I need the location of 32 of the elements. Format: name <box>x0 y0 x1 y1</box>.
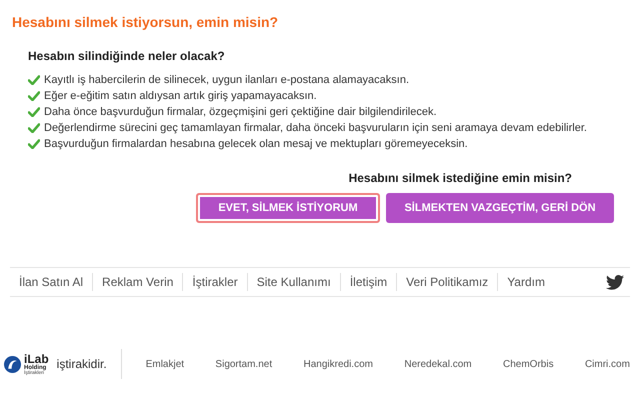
check-icon <box>28 139 40 149</box>
confirm-delete-button[interactable]: EVET, SİLMEK İSTİYORUM <box>196 193 380 223</box>
confirm-question: Hesabını silmek istediğine emin misin? <box>348 170 572 187</box>
logo-icon <box>4 356 21 372</box>
list-item-text: Daha önce başvurduğun firmalar, özgeçmişini geri çektiğine dair bilgilendirilecek. <box>44 104 437 120</box>
footer-link[interactable]: Yardım <box>497 273 554 291</box>
affiliate-link[interactable]: Cimri.com <box>584 356 630 372</box>
list-item-text: Eğer e-eğitim satın aldıysan artık giriş yapamayacaksın. <box>44 88 317 104</box>
section-heading: Hesabın silindiğinde neler olacak? <box>28 48 225 65</box>
list-item-text: Başvurduğun firmalardan hesabına gelecek olan mesaj ve mektupları göremeyeceksin. <box>44 136 468 152</box>
footer-link[interactable]: İlan Satın Al <box>10 273 92 291</box>
list-item-text: Kayıtlı iş habercilerin de silinecek, uygun ilanları e-postana alamayacaksın. <box>44 72 410 88</box>
cancel-button[interactable]: SİLMEKTEN VAZGEÇTİM, GERİ DÖN <box>386 193 614 223</box>
affiliate-link[interactable]: ChemOrbis <box>503 356 554 372</box>
footer-link[interactable]: Veri Politikamız <box>396 273 498 291</box>
check-icon <box>28 75 40 85</box>
affiliate-link[interactable]: Emlakjet <box>146 356 184 372</box>
footer-link[interactable]: Site Kullanımı <box>246 273 340 291</box>
page-title: Hesabını silmek istiyorsun, emin misin? <box>12 13 278 32</box>
list-item-text: Değerlendirme sürecini geç tamamlayan firmalar, daha önceki başvuruların için seni aramaya devam edebilirler. <box>44 120 587 136</box>
bird-icon[interactable] <box>606 274 624 290</box>
logo-name: iLab <box>24 352 49 364</box>
footer-link[interactable]: Reklam Verin <box>92 273 182 291</box>
affiliate-text: iştirakidir. <box>56 349 122 379</box>
footer-link[interactable]: İştirakler <box>182 273 247 291</box>
check-icon <box>28 91 40 101</box>
affiliate-link[interactable]: Neredekal.com <box>404 356 472 372</box>
affiliate-link[interactable]: Sigortam.net <box>215 356 272 372</box>
check-icon <box>28 123 40 133</box>
check-icon <box>28 107 40 117</box>
affiliate-link[interactable]: Hangikredi.com <box>304 356 373 372</box>
footer-link[interactable]: İletişim <box>340 273 396 291</box>
